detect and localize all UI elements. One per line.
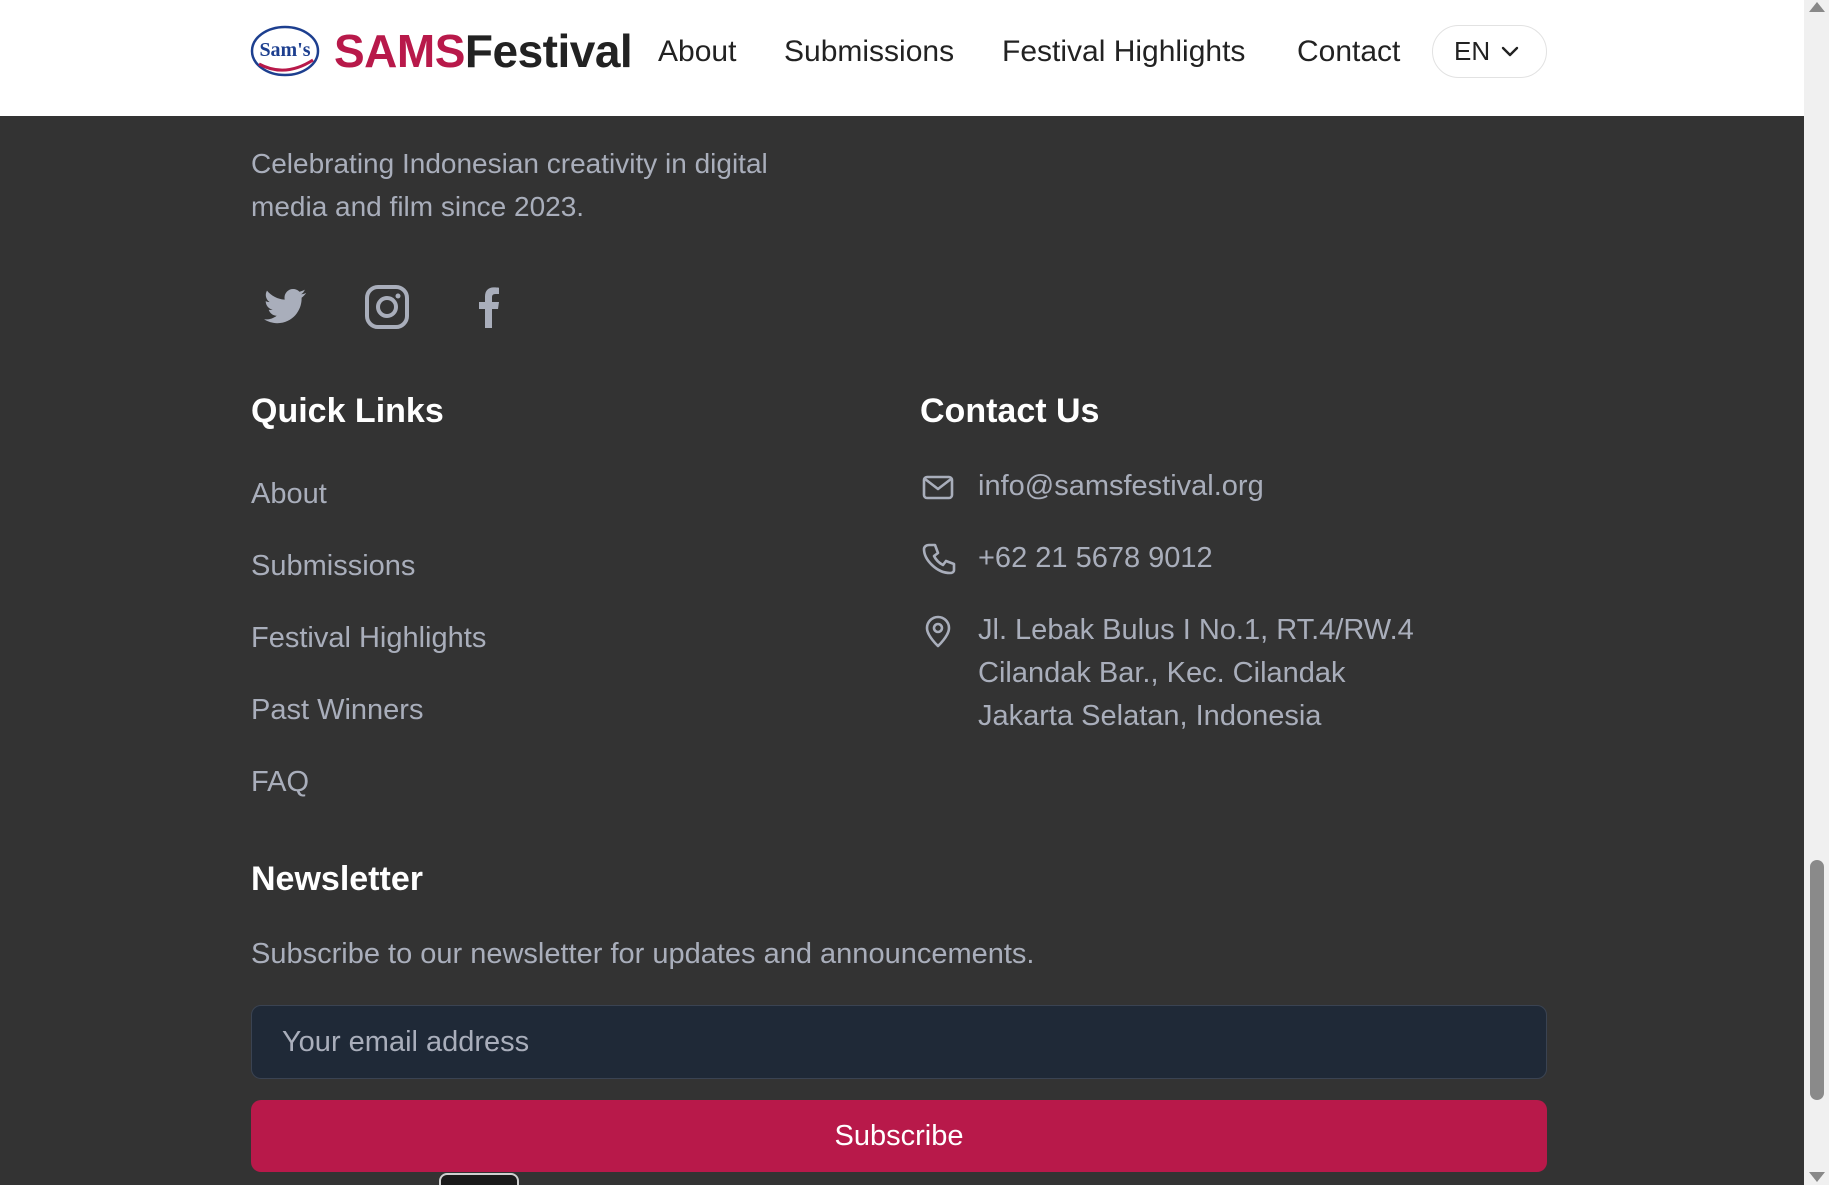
footer-link-about[interactable]: About xyxy=(251,474,327,514)
language-selector[interactable]: EN xyxy=(1432,25,1547,78)
contact-address-line1: Jl. Lebak Bulus I No.1, RT.4/RW.4 xyxy=(978,614,1414,646)
chevron-down-icon xyxy=(1501,46,1519,56)
contact-phone[interactable]: +62 21 5678 9012 xyxy=(978,537,1213,580)
footer-link-faq[interactable]: FAQ xyxy=(251,762,309,802)
location-pin-icon xyxy=(925,615,951,648)
scroll-up-arrow-icon[interactable] xyxy=(1809,2,1825,12)
subscribe-button[interactable]: Subscribe xyxy=(251,1100,1547,1172)
footer-link-festival-highlights[interactable]: Festival Highlights xyxy=(251,618,486,658)
brand-part-sams: SAMS xyxy=(334,25,465,77)
newsletter-description: Subscribe to our newsletter for updates … xyxy=(251,938,1035,970)
mail-icon xyxy=(922,475,954,500)
nav-contact[interactable]: Contact xyxy=(1297,32,1400,72)
floating-widget-tab[interactable] xyxy=(439,1173,519,1185)
logo-text: Sam's xyxy=(259,39,310,61)
facebook-icon[interactable] xyxy=(464,282,514,332)
instagram-icon[interactable] xyxy=(362,282,412,332)
newsletter-heading: Newsletter xyxy=(251,860,423,898)
page-scrollbar[interactable] xyxy=(1804,0,1829,1185)
twitter-icon[interactable] xyxy=(261,282,311,332)
contact-address-line3: Jakarta Selatan, Indonesia xyxy=(978,700,1322,732)
phone-icon xyxy=(922,543,956,575)
brand-title[interactable]: SAMSFestival xyxy=(334,22,633,80)
contact-address-line2: Cilandak Bar., Kec. Cilandak xyxy=(978,657,1346,689)
site-header: Sam's SAMSFestival About Submissions Fes… xyxy=(0,0,1804,116)
page: Sam's SAMSFestival About Submissions Fes… xyxy=(0,0,1804,1185)
scroll-thumb[interactable] xyxy=(1810,860,1824,1100)
language-label: EN xyxy=(1454,36,1491,66)
nav-festival-highlights[interactable]: Festival Highlights xyxy=(1002,32,1245,72)
contact-email[interactable]: info@samsfestival.org xyxy=(978,465,1264,508)
sams-logo-icon[interactable]: Sam's xyxy=(249,24,321,78)
brand-part-festival: Festival xyxy=(464,25,633,77)
quick-links-heading: Quick Links xyxy=(251,392,444,430)
footer-link-past-winners[interactable]: Past Winners xyxy=(251,690,423,730)
contact-heading: Contact Us xyxy=(920,392,1100,430)
nav-about[interactable]: About xyxy=(658,32,736,72)
nav-submissions[interactable]: Submissions xyxy=(784,32,954,72)
footer-tagline: Celebrating Indonesian creativity in dig… xyxy=(251,148,768,222)
scroll-down-arrow-icon[interactable] xyxy=(1809,1172,1825,1182)
footer-link-submissions[interactable]: Submissions xyxy=(251,546,415,586)
newsletter-email-input[interactable] xyxy=(251,1005,1547,1079)
